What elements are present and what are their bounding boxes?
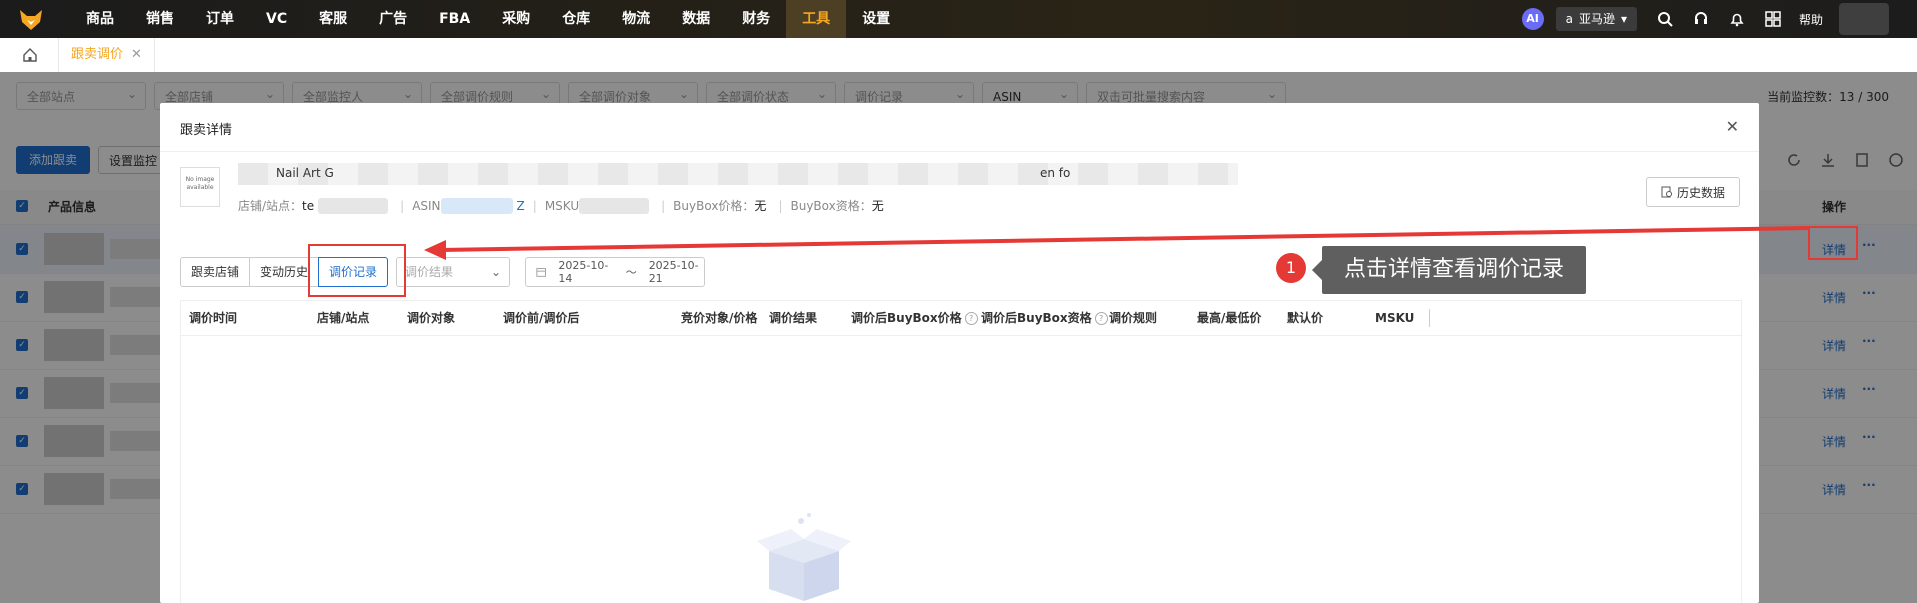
date-range-picker[interactable]: 2025-10-14 ～ 2025-10-21 — [525, 257, 705, 287]
home-icon[interactable] — [22, 47, 38, 63]
msku-label: MSKU — [544, 198, 580, 213]
page-tab-repricing[interactable]: 跟卖调价 ✕ — [58, 38, 155, 72]
highlight-detail-link — [1808, 226, 1858, 260]
nav-item-settings[interactable]: 设置 — [846, 0, 906, 38]
column-header: 店铺/站点 — [317, 311, 370, 325]
buybox-qualification-label: BuyBox资格： — [790, 199, 872, 213]
column-header: 竞价对象/价格 — [681, 311, 758, 325]
nav-item-ads[interactable]: 广告 — [363, 0, 423, 38]
detail-tabs: 跟卖店铺 变动历史 调价记录 — [180, 257, 389, 287]
store-label: 店铺/站点： — [238, 199, 303, 213]
column-header-with-help: 调价后BuyBox资格? — [981, 301, 1108, 335]
caret-down-icon: ▾ — [1620, 12, 1627, 26]
avatar[interactable] — [1839, 3, 1889, 35]
search-icon[interactable] — [1655, 9, 1675, 29]
store-redacted — [318, 197, 389, 214]
nav-item-vc[interactable]: VC — [250, 0, 303, 38]
buybox-price-label: BuyBox价格： — [673, 199, 755, 213]
asin-redacted[interactable] — [440, 197, 513, 214]
column-header-with-help: 调价后BuyBox价格? — [851, 301, 978, 335]
calendar-icon — [536, 268, 546, 277]
amazon-icon: a — [1565, 12, 1573, 26]
column-header: 调价对象 — [407, 311, 456, 325]
page-tab-label: 跟卖调价 — [71, 47, 124, 62]
buybox-price-value: 无 — [754, 199, 767, 213]
platform-label: 亚马逊 — [1578, 12, 1615, 26]
date-end: 2025-10-21 — [648, 259, 699, 285]
tab-follow-stores[interactable]: 跟卖店铺 — [180, 257, 251, 287]
table-header: 调价时间 店铺/站点 调价对象 调价前/调价后 竞价对象/价格 调价结果 调价后… — [181, 301, 1741, 336]
column-header: MSKU — [1375, 311, 1415, 325]
nav-right-tools: AI a 亚马逊 ▾ 帮助 — [1521, 0, 1917, 38]
reprice-result-select[interactable]: 调价结果 ⌄ — [396, 257, 510, 287]
buybox-qualification-value: 无 — [871, 199, 884, 213]
apps-grid-icon[interactable] — [1763, 9, 1783, 29]
store-value: te — [302, 198, 315, 213]
nav-item-orders[interactable]: 订单 — [190, 0, 250, 38]
nav-item-logistics[interactable]: 物流 — [606, 0, 666, 38]
nav-item-finance[interactable]: 财务 — [726, 0, 786, 38]
headset-icon[interactable] — [1691, 9, 1711, 29]
column-header: 调价结果 — [769, 311, 818, 325]
product-title-start: Nail Art G — [276, 166, 334, 180]
column-header: 调价前/调价后 — [503, 311, 580, 325]
history-button-label: 历史数据 — [1676, 185, 1725, 200]
product-image-placeholder: No image available — [180, 167, 220, 207]
question-icon[interactable]: ? — [964, 312, 978, 325]
follow-sell-detail-modal: 跟卖详情 ✕ No image available Nail Art G en … — [160, 103, 1759, 603]
nav-item-purchase[interactable]: 采购 — [486, 0, 546, 38]
product-meta: 店铺/站点： te | ASIN Z | MSKU | BuyBox价格： 无 … — [238, 197, 884, 214]
tab-reprice-records[interactable]: 调价记录 — [318, 257, 389, 287]
column-header: 调价规则 — [1109, 311, 1158, 325]
asin-suffix[interactable]: Z — [517, 199, 525, 213]
nav-item-data[interactable]: 数据 — [666, 0, 726, 38]
msku-redacted — [579, 197, 650, 214]
nav-item-service[interactable]: 客服 — [303, 0, 363, 38]
close-icon[interactable]: ✕ — [1726, 117, 1739, 136]
chevron-down-icon: ⌄ — [490, 265, 501, 279]
history-data-button[interactable]: 历史数据 — [1646, 177, 1740, 207]
product-title-redacted — [238, 163, 1238, 185]
divider — [160, 151, 1759, 152]
nav-item-sales[interactable]: 销售 — [130, 0, 190, 38]
empty-box-icon — [757, 513, 851, 601]
nav-item-warehouse[interactable]: 仓库 — [546, 0, 606, 38]
result-select-placeholder: 调价结果 — [405, 265, 454, 279]
modal-title: 跟卖详情 — [180, 123, 233, 138]
column-header: 默认价 — [1287, 311, 1324, 325]
nav-item-products[interactable]: 商品 — [70, 0, 130, 38]
page-tab-bar: 跟卖调价 ✕ — [0, 38, 1917, 73]
column-header: 调价后BuyBox资格 — [981, 311, 1092, 325]
instruction-callout: 点击详情查看调价记录 — [1312, 246, 1586, 294]
history-icon — [1661, 186, 1672, 198]
date-start: 2025-10-14 — [558, 259, 609, 285]
asin-label: ASIN — [412, 198, 441, 213]
fox-logo-icon[interactable] — [18, 6, 44, 32]
reprice-records-table: 调价时间 店铺/站点 调价对象 调价前/调价后 竞价对象/价格 调价结果 调价后… — [180, 300, 1742, 603]
ai-assistant-button[interactable]: AI — [1521, 8, 1544, 30]
column-divider — [1429, 309, 1430, 327]
top-navigation: 商品 销售 订单 VC 客服 广告 FBA 采购 仓库 物流 数据 财务 工具 … — [0, 0, 1917, 38]
step-badge: 1 — [1276, 253, 1306, 283]
main-menu: 商品 销售 订单 VC 客服 广告 FBA 采购 仓库 物流 数据 财务 工具 … — [70, 0, 906, 38]
bell-icon[interactable] — [1727, 9, 1747, 29]
column-header: 调价时间 — [189, 311, 238, 325]
platform-selector[interactable]: a 亚马逊 ▾ — [1555, 7, 1637, 31]
close-icon[interactable]: ✕ — [131, 47, 142, 62]
column-header: 最高/最低价 — [1197, 311, 1262, 325]
nav-item-tools[interactable]: 工具 — [786, 0, 847, 38]
column-header: 调价后BuyBox价格 — [851, 311, 962, 325]
nav-item-fba[interactable]: FBA — [423, 0, 486, 38]
product-summary: No image available Nail Art G en fo 店铺/站… — [180, 163, 1740, 223]
question-icon[interactable]: ? — [1094, 312, 1108, 325]
date-separator: ～ — [625, 266, 637, 279]
help-link[interactable]: 帮助 — [1799, 11, 1823, 28]
product-title-end: en fo — [1040, 166, 1071, 180]
